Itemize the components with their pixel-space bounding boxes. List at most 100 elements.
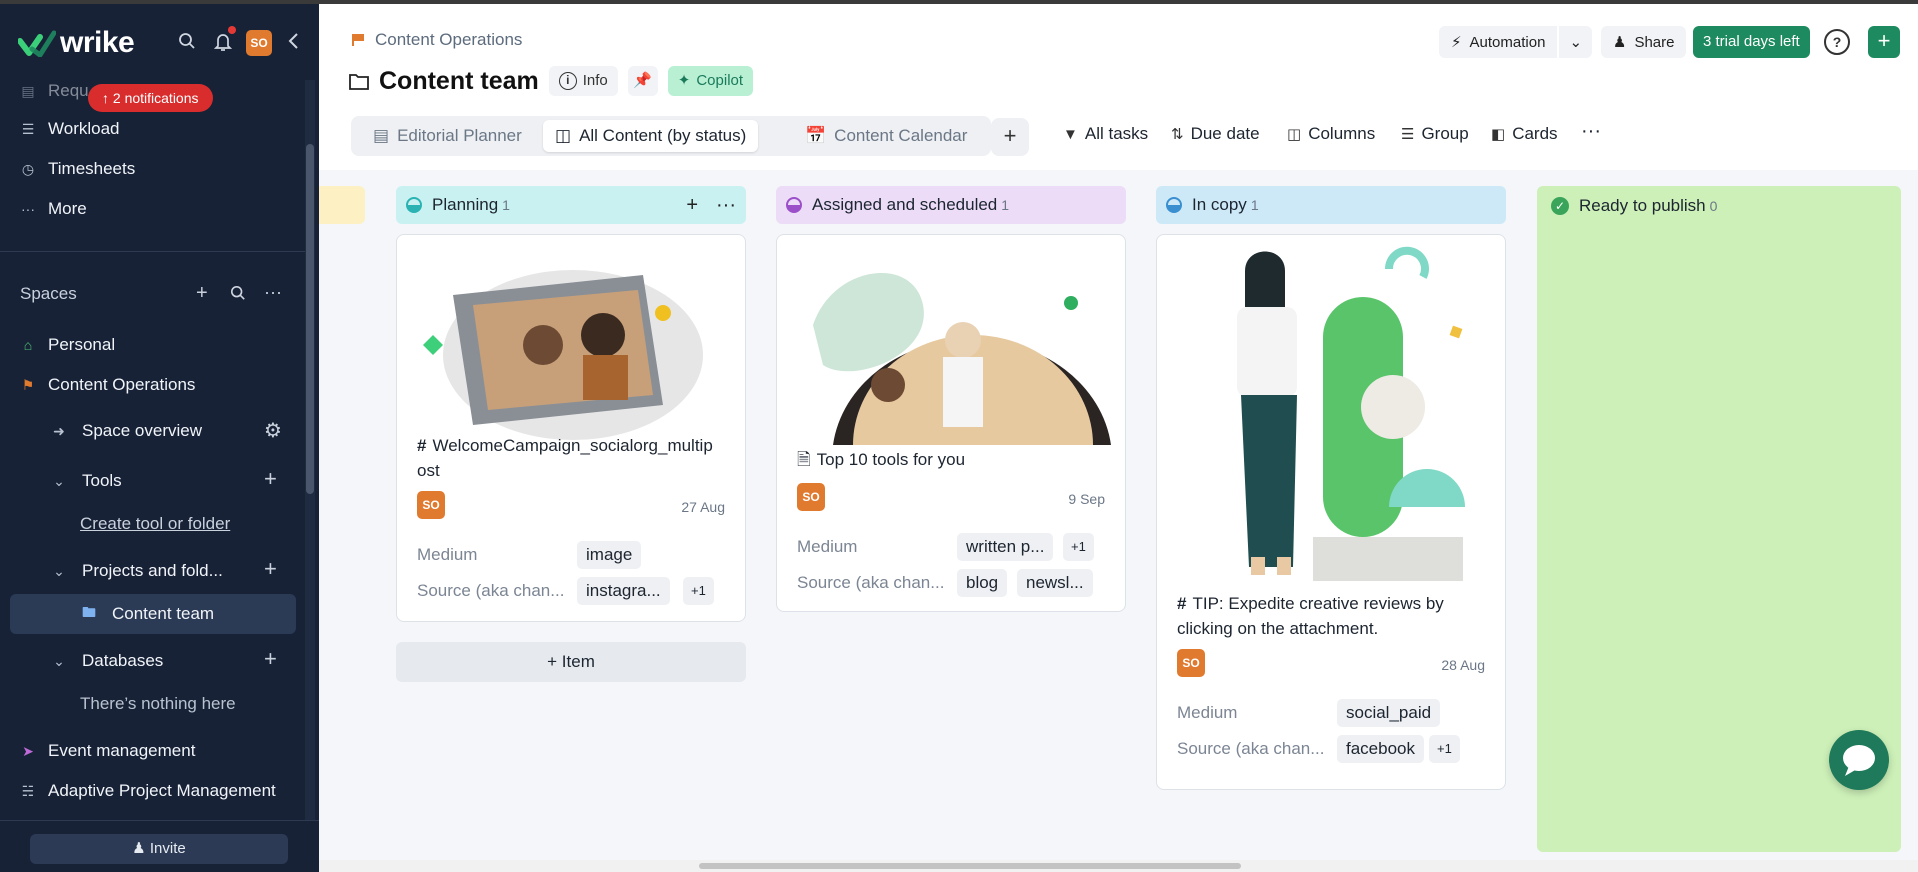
add-tool-icon[interactable]: +: [264, 466, 277, 492]
add-button[interactable]: +: [1868, 26, 1900, 58]
sidebar-item-timesheets[interactable]: ◷ Timesheets: [20, 154, 135, 184]
wrike-check-icon: [18, 30, 56, 57]
card-title-line1: TIP: Expedite creative reviews by: [1192, 594, 1444, 613]
cards-icon: ◧: [1491, 126, 1506, 143]
flag-icon: ⚑: [21, 376, 35, 393]
invite-label: Invite: [149, 840, 186, 857]
space-adaptive-pm[interactable]: ☵ Adaptive Project Management: [20, 776, 276, 806]
sidebar-item-more[interactable]: ··· More: [20, 194, 87, 224]
sparkle-icon: ✦: [677, 72, 691, 89]
due-date: 28 Aug: [1441, 657, 1485, 673]
help-icon[interactable]: ?: [1824, 29, 1850, 55]
column-header[interactable]: In copy 1: [1156, 186, 1506, 224]
tools-section[interactable]: ⌄ Tools: [50, 466, 122, 496]
pin-button[interactable]: 📌: [627, 66, 658, 96]
space-event-management[interactable]: ➤ Event management: [20, 736, 195, 766]
field-tag[interactable]: newsl...: [1017, 569, 1093, 597]
trial-button[interactable]: 3 trial days left: [1693, 26, 1810, 58]
card-title[interactable]: 🗎 Top 10 tools for you: [797, 447, 965, 472]
add-database-icon[interactable]: +: [264, 646, 277, 672]
automation-button[interactable]: ⚡ Automation ⌄: [1439, 26, 1593, 58]
info-label: Info: [582, 72, 608, 89]
space-label: Personal: [48, 335, 116, 354]
user-avatar[interactable]: SO: [246, 30, 272, 56]
main-area: Content Operations Content team i Info 📌…: [319, 4, 1918, 872]
trial-label[interactable]: 3 trial days left: [1693, 26, 1810, 58]
sidebar-scrollbar-thumb[interactable]: [306, 144, 314, 494]
field-tag[interactable]: image: [577, 541, 642, 569]
columns-button[interactable]: ◫ Columns: [1287, 124, 1375, 144]
help-button[interactable]: ?: [1824, 26, 1850, 58]
info-button[interactable]: i Info: [548, 66, 618, 96]
automation-main[interactable]: ⚡ Automation: [1439, 26, 1558, 58]
space-content-operations[interactable]: ⚑ Content Operations: [20, 370, 196, 400]
sort-due-date[interactable]: ⇅ Due date: [1171, 124, 1260, 144]
horizontal-scrollbar-thumb[interactable]: [699, 863, 1241, 869]
assignee-avatar[interactable]: SO: [417, 491, 445, 519]
column-header[interactable]: Planning 1 + ···: [396, 186, 746, 224]
task-card[interactable]: 🗎 Top 10 tools for you SO 9 Sep Medium wr…: [776, 234, 1126, 612]
assignee-avatar[interactable]: SO: [1177, 649, 1205, 677]
card-title[interactable]: # TIP: Expedite creative reviews by clicki…: [1177, 591, 1444, 641]
due-date: 27 Aug: [681, 499, 725, 515]
space-label: Content Operations: [48, 375, 196, 394]
cards-button[interactable]: ◧ Cards: [1491, 124, 1558, 144]
previous-column-edge[interactable]: [319, 186, 365, 224]
wrike-logo[interactable]: wrike: [18, 26, 135, 60]
sidebar-item-workload[interactable]: ☰ Workload: [20, 114, 120, 144]
copilot-button[interactable]: ✦ Copilot: [667, 66, 754, 96]
space-overview-item[interactable]: ➜ Space overview: [50, 416, 202, 446]
search-icon[interactable]: [176, 32, 198, 54]
more-dots-icon: ···: [21, 201, 35, 217]
invite-button[interactable]: ♟ Invite: [30, 834, 288, 864]
field-tag[interactable]: social_paid: [1337, 699, 1441, 727]
add-view-button[interactable]: +: [991, 118, 1029, 156]
field-tag[interactable]: facebook: [1337, 735, 1424, 763]
column-more-icon[interactable]: ···: [716, 194, 736, 217]
settings-gear-icon[interactable]: ⚙: [264, 418, 282, 443]
card-title[interactable]: # WelcomeCampaign_socialorg_multip ost: [417, 433, 735, 483]
field-tag[interactable]: blog: [957, 569, 1008, 597]
bell-icon[interactable]: [212, 32, 234, 54]
breadcrumb[interactable]: Content Operations: [351, 30, 522, 50]
assignee-avatar[interactable]: SO: [797, 483, 825, 511]
databases-section[interactable]: ⌄ Databases: [50, 646, 163, 676]
collapse-sidebar-icon[interactable]: [282, 32, 304, 54]
chat-button[interactable]: [1829, 730, 1889, 790]
create-tool-link[interactable]: Create tool or folder: [80, 514, 230, 534]
notifications-pill[interactable]: ↑ 2 notifications: [88, 84, 213, 112]
share-inner[interactable]: ♟ Share: [1601, 26, 1687, 58]
more-tags-badge[interactable]: +1: [1429, 735, 1460, 763]
tab-content-calendar[interactable]: 📅 Content Calendar: [793, 120, 979, 152]
filter-all-tasks[interactable]: ▼ All tasks: [1063, 124, 1148, 144]
horizontal-scrollbar[interactable]: [319, 860, 1918, 872]
column-assigned-scheduled: Assigned and scheduled 1 🗎 Top 10 tools f…: [776, 186, 1126, 612]
sidebar-item-content-team[interactable]: 🖿 Content team: [80, 599, 214, 629]
plus-icon[interactable]: +: [1868, 26, 1900, 58]
projects-section[interactable]: ⌄ Projects and fold...: [50, 556, 223, 586]
more-tags-badge[interactable]: +1: [683, 577, 714, 605]
tab-editorial-planner[interactable]: ▤ Editorial Planner: [361, 120, 534, 152]
more-tags-badge[interactable]: +1: [1063, 533, 1094, 561]
search-spaces-icon[interactable]: [230, 285, 246, 306]
column-header[interactable]: ✓ Ready to publish 0: [1551, 196, 1717, 216]
group-button[interactable]: ☰ Group: [1401, 124, 1469, 144]
add-project-icon[interactable]: +: [264, 556, 277, 582]
task-card[interactable]: # TIP: Expedite creative reviews by clicki…: [1156, 234, 1506, 790]
sidebar-item-requests[interactable]: ▤ Requ: [20, 76, 88, 106]
add-space-icon[interactable]: +: [196, 282, 208, 305]
space-personal[interactable]: ⌂ Personal: [20, 330, 115, 360]
notification-dot: [228, 26, 236, 34]
spaces-more-icon[interactable]: ···: [264, 282, 282, 303]
status-icon: [406, 197, 422, 213]
column-header[interactable]: Assigned and scheduled 1: [776, 186, 1126, 224]
automation-dropdown[interactable]: ⌄: [1559, 26, 1593, 58]
field-tag[interactable]: instagra...: [577, 577, 670, 605]
field-tag[interactable]: written p...: [957, 533, 1054, 561]
tab-all-content[interactable]: ◫ All Content (by status): [543, 120, 759, 152]
share-button[interactable]: ♟ Share: [1601, 26, 1687, 58]
toolbar-more-icon[interactable]: ···: [1581, 120, 1601, 143]
task-card[interactable]: # WelcomeCampaign_socialorg_multip ost SO …: [396, 234, 746, 622]
add-card-icon[interactable]: +: [686, 194, 698, 217]
add-item-button[interactable]: + Item: [396, 642, 746, 682]
